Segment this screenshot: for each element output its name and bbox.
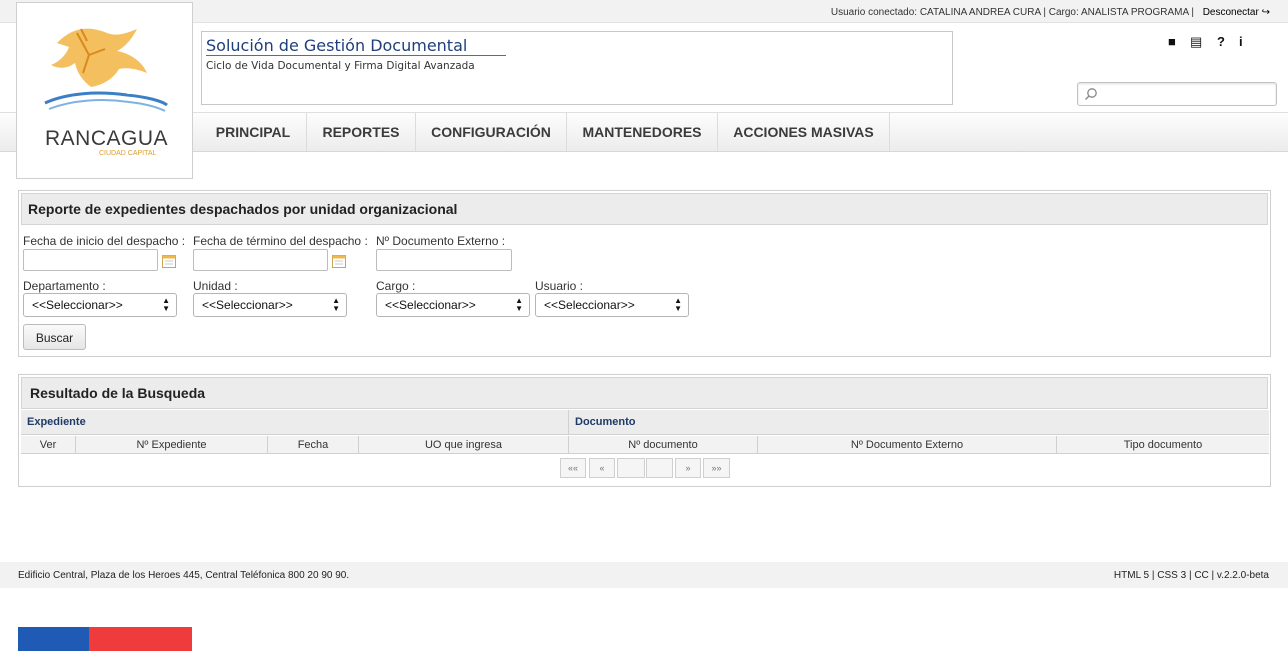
search-icon xyxy=(1085,88,1097,100)
pager-prev-button[interactable]: « xyxy=(589,458,615,478)
departamento-value: <<Seleccionar>> xyxy=(32,298,123,312)
app-title: Solución de Gestión Documental xyxy=(206,36,468,55)
column-n-documento-externo[interactable]: Nº Documento Externo xyxy=(758,436,1057,454)
group-documento: Documento xyxy=(569,410,1269,435)
calendar-icon[interactable] xyxy=(162,254,176,268)
unidad-select[interactable]: <<Seleccionar>> ▲ ▼ xyxy=(193,293,347,317)
nav-mantenedores[interactable]: MANTENEDORES xyxy=(567,113,718,151)
info-icon[interactable]: i xyxy=(1239,34,1243,49)
group-expediente: Expediente xyxy=(21,410,569,435)
usuario-select[interactable]: <<Seleccionar>> ▲ ▼ xyxy=(535,293,689,317)
pager-last-button[interactable]: »» xyxy=(703,458,730,478)
column-uo-que-ingresa[interactable]: UO que ingresa xyxy=(359,436,569,454)
fecha-termino-label: Fecha de término del despacho : xyxy=(193,234,368,248)
column-tipo-documento[interactable]: Tipo documento xyxy=(1057,436,1269,454)
nav-acciones-masivas[interactable]: ACCIONES MASIVAS xyxy=(718,113,890,151)
cargo-select[interactable]: <<Seleccionar>> ▲ ▼ xyxy=(376,293,530,317)
fecha-termino-input[interactable] xyxy=(193,249,328,271)
column-n-expediente[interactable]: Nº Expediente xyxy=(76,436,268,454)
column-n-documento[interactable]: Nº documento xyxy=(569,436,758,454)
search-input[interactable] xyxy=(1077,82,1277,106)
logo-name: RANCAGUA xyxy=(45,127,168,150)
doc-externo-label: Nº Documento Externo : xyxy=(376,234,506,248)
pager-next-button[interactable]: » xyxy=(675,458,701,478)
results-panel-header: Resultado de la Busqueda xyxy=(21,377,1268,409)
fecha-inicio-label: Fecha de inicio del despacho : xyxy=(23,234,186,248)
select-arrows-icon: ▲ ▼ xyxy=(515,296,523,313)
results-title: Resultado de la Busqueda xyxy=(30,385,206,401)
app-title-box: Solución de Gestión Documental Ciclo de … xyxy=(201,31,953,105)
logo-tagline: CIUDAD CAPITAL xyxy=(99,150,157,157)
flag-red-stripe xyxy=(89,627,192,651)
help-question-icon[interactable]: ? xyxy=(1217,34,1225,49)
main-nav: PRINCIPAL REPORTES CONFIGURACIÓN MANTENE… xyxy=(0,112,1288,152)
chile-flag-bar xyxy=(18,627,192,651)
usuario-value: <<Seleccionar>> xyxy=(544,298,635,312)
pager-page-input[interactable] xyxy=(617,458,645,478)
fecha-inicio-input[interactable] xyxy=(23,249,158,271)
unidad-value: <<Seleccionar>> xyxy=(202,298,293,312)
title-underline xyxy=(206,55,506,56)
nav-configuracion[interactable]: CONFIGURACIÓN xyxy=(416,113,567,151)
pager-first-button[interactable]: «« xyxy=(560,458,586,478)
usuario-label: Usuario : xyxy=(535,279,584,293)
nav-reportes[interactable]: REPORTES xyxy=(307,113,416,151)
column-ver[interactable]: Ver xyxy=(21,436,76,454)
column-fecha[interactable]: Fecha xyxy=(268,436,359,454)
departamento-label: Departamento : xyxy=(23,279,106,293)
report-filter-panel: Reporte de expedientes despachados por u… xyxy=(18,190,1271,357)
nav-principal[interactable]: PRINCIPAL xyxy=(200,113,307,151)
departamento-select[interactable]: <<Seleccionar>> ▲ ▼ xyxy=(23,293,177,317)
app-subtitle: Ciclo de Vida Documental y Firma Digital… xyxy=(206,60,475,72)
newspaper-icon[interactable]: ▤ xyxy=(1190,34,1202,50)
pager-total-pages xyxy=(646,458,673,478)
flag-blue-stripe xyxy=(18,627,89,651)
logout-arrow-icon[interactable]: ↪ xyxy=(1262,7,1270,18)
select-arrows-icon: ▲ ▼ xyxy=(674,296,682,313)
footer-meta: HTML 5 | CSS 3 | CC | v.2.2.0-beta xyxy=(1113,570,1269,581)
rancagua-logo-graphic: RANCAGUA CIUDAD CAPITAL xyxy=(44,28,168,157)
report-title: Reporte de expedientes despachados por u… xyxy=(28,201,458,217)
cargo-label: Cargo : xyxy=(376,279,416,293)
report-panel-header: Reporte de expedientes despachados por u… xyxy=(21,193,1268,225)
select-arrows-icon: ▲ ▼ xyxy=(162,296,170,313)
footer-address: Edificio Central, Plaza de los Heroes 44… xyxy=(18,570,350,581)
logout-label[interactable]: Desconectar xyxy=(1203,7,1259,18)
cargo-value: <<Seleccionar>> xyxy=(385,298,476,312)
select-arrows-icon: ▲ ▼ xyxy=(332,296,340,313)
calendar-icon[interactable] xyxy=(332,254,346,268)
manual-book-icon[interactable]: ■ xyxy=(1168,34,1176,49)
doc-externo-input[interactable] xyxy=(376,249,512,271)
footer: Edificio Central, Plaza de los Heroes 44… xyxy=(0,562,1288,588)
rancagua-logo[interactable]: RANCAGUA CIUDAD CAPITAL xyxy=(16,2,193,179)
top-bar: Usuario conectado: CATALINA ANDREA CURA … xyxy=(0,0,1288,23)
buscar-button[interactable]: Buscar xyxy=(23,324,86,350)
logout-link[interactable]: Desconectar ↪ xyxy=(1203,7,1270,18)
unidad-label: Unidad : xyxy=(193,279,238,293)
connected-user-info: Usuario conectado: CATALINA ANDREA CURA … xyxy=(830,7,1194,18)
